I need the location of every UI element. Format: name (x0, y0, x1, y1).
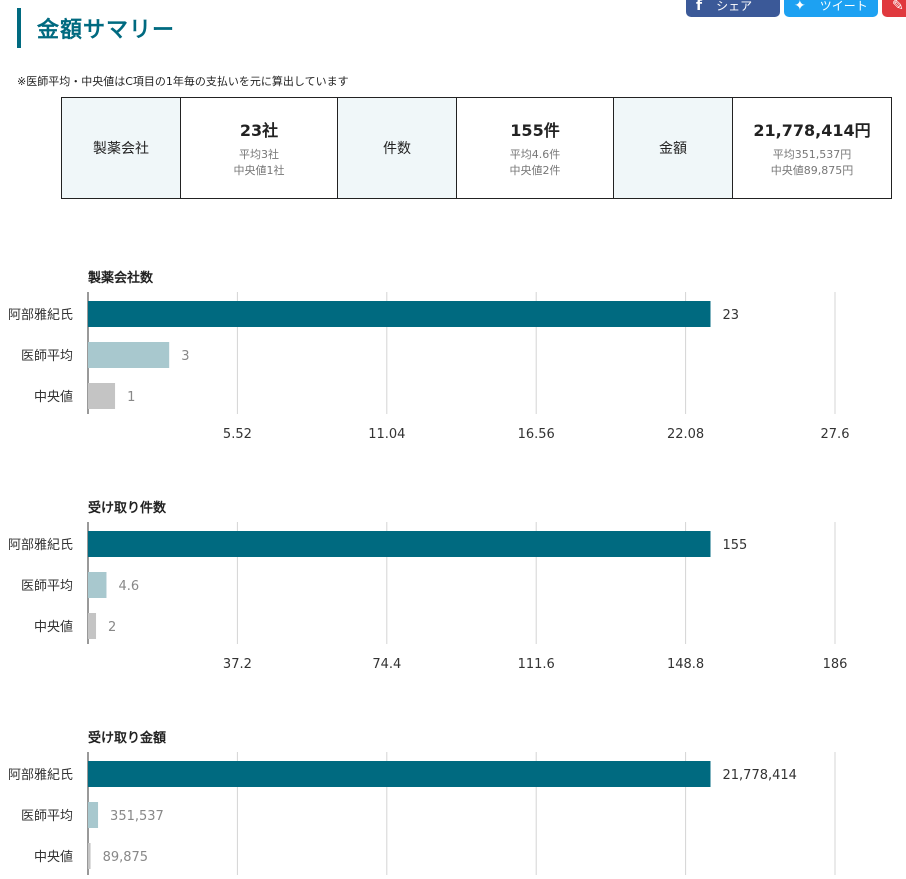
bar (88, 342, 170, 368)
facebook-share-label: シェア (716, 0, 753, 13)
chart-title: 受け取り金額 (88, 731, 167, 746)
bookmark-icon: ✎ (892, 0, 904, 14)
category-label: 阿部雅紀氏 (8, 308, 73, 323)
tick-label: 148.8 (667, 657, 704, 672)
chart-amount: 受け取り金額 阿部雅紀氏 21,778,414 医師平均 351,537 中央値 89,8… (0, 722, 906, 875)
category-label: 中央値 (34, 389, 73, 405)
summary-table: 製薬会社 23社 平均3社 中央値1社 件数 155件 平均4.6件 中央値2件… (61, 97, 892, 199)
data-label: 89,875 (103, 850, 149, 865)
summary-main-value: 23社 (239, 121, 279, 140)
summary-median: 中央値2件 (509, 164, 561, 177)
summary-value-amount: 21,778,414円 平均351,537円 中央値89,875円 (732, 97, 892, 199)
data-label: 3 (181, 349, 189, 364)
page-title: 金額サマリー (37, 18, 176, 43)
summary-value-count: 155件 平均4.6件 中央値2件 (456, 97, 614, 199)
category-label: 医師平均 (21, 579, 73, 594)
tick-label: 74.4 (372, 657, 401, 672)
category-label: 医師平均 (21, 809, 73, 824)
share-buttons: f シェア ✦ ツイート ✎ (686, 0, 906, 17)
summary-main-value: 155件 (510, 121, 560, 140)
bar (88, 572, 107, 598)
bar (88, 613, 97, 639)
tick-label: 37.2 (223, 657, 252, 672)
bar (88, 761, 711, 787)
tick-label: 11.04 (368, 427, 405, 442)
summary-median: 中央値1社 (233, 164, 285, 177)
chart-count-svg: 阿部雅紀氏 155 医師平均 4.6 中央値 2 37.2 74.4 111.6 148.8 186 (8, 522, 848, 672)
twitter-bird-icon: ✦ (794, 0, 806, 14)
category-label: 阿部雅紀氏 (8, 768, 73, 783)
summary-label-companies: 製薬会社 (61, 97, 181, 199)
chart-title: 受け取り件数 (88, 501, 167, 516)
category-label: 医師平均 (21, 349, 73, 364)
calculation-note: ※医師平均・中央値はC項目の1年毎の支払いを元に算出しています (17, 75, 349, 88)
hatena-bookmark-button[interactable]: ✎ (882, 0, 906, 17)
facebook-share-button[interactable]: f シェア (686, 0, 780, 17)
tick-label: 27.6 (821, 427, 850, 442)
tick-label: 111.6 (518, 657, 555, 672)
bar (88, 531, 711, 557)
bar (88, 383, 116, 409)
summary-value-companies: 23社 平均3社 中央値1社 (180, 97, 338, 199)
tick-label: 22.08 (667, 427, 704, 442)
summary-average: 平均3社 (239, 148, 279, 161)
summary-median: 中央値89,875円 (770, 164, 854, 177)
data-label: 2 (108, 620, 116, 635)
data-label: 4.6 (118, 579, 139, 594)
data-label: 23 (723, 308, 740, 323)
bar (88, 843, 91, 869)
category-label: 阿部雅紀氏 (8, 538, 73, 553)
chart-companies: 製薬会社数 阿部雅紀氏 23 医師平均 3 中央値 1 5.52 11.04 16.56 22.0… (0, 262, 906, 452)
summary-main-value: 21,778,414円 (753, 121, 871, 140)
data-label: 351,537 (110, 809, 164, 824)
bar (88, 301, 711, 327)
summary-label-amount: 金額 (613, 97, 733, 199)
twitter-share-button[interactable]: ✦ ツイート (784, 0, 878, 17)
tick-label: 186 (823, 657, 848, 672)
chart-companies-svg: 阿部雅紀氏 23 医師平均 3 中央値 1 5.52 11.04 16.56 22.08 27.6 (8, 292, 850, 442)
facebook-icon: f (696, 0, 703, 14)
twitter-share-label: ツイート (819, 0, 868, 13)
data-label: 21,778,414 (723, 768, 797, 783)
tick-label: 16.56 (518, 427, 555, 442)
tick-label: 5.52 (223, 427, 252, 442)
chart-count: 受け取り件数 阿部雅紀氏 155 医師平均 4.6 中央値 2 37.2 74.4 111.6 1… (0, 492, 906, 682)
section-heading: 金額サマリー (17, 8, 175, 48)
data-label: 1 (127, 390, 135, 405)
summary-label-count: 件数 (337, 97, 457, 199)
summary-average: 平均4.6件 (509, 148, 561, 161)
data-label: 155 (723, 538, 748, 553)
chart-title: 製薬会社数 (88, 271, 154, 286)
category-label: 中央値 (34, 619, 73, 635)
category-label: 中央値 (34, 849, 73, 865)
summary-average: 平均351,537円 (772, 148, 852, 161)
bar (88, 802, 99, 828)
